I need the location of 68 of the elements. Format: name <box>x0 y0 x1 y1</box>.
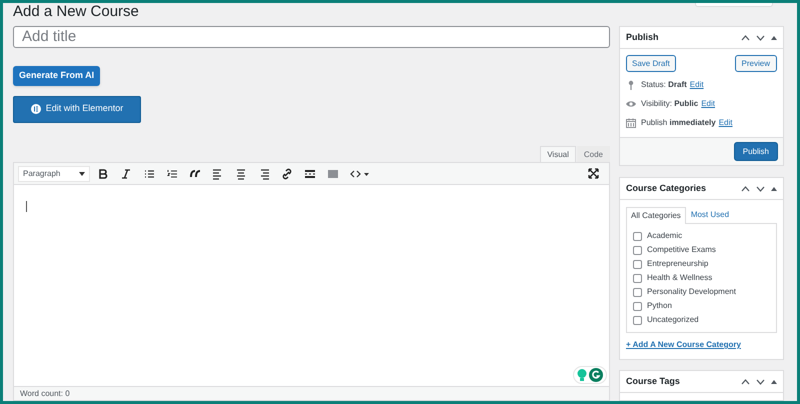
edit-link[interactable]: Edit <box>690 79 704 91</box>
panel-title: Publish <box>626 30 660 44</box>
move-down-icon[interactable] <box>756 34 765 40</box>
move-up-icon[interactable] <box>741 34 750 40</box>
read-more-icon[interactable] <box>304 168 316 180</box>
checkbox-label: Uncategorized <box>647 314 699 326</box>
collapse-icon[interactable] <box>771 380 777 384</box>
move-up-icon[interactable] <box>741 186 750 192</box>
caret-icon <box>79 172 85 176</box>
edit-link[interactable]: Edit <box>718 117 733 129</box>
category-tab[interactable]: Most Used <box>686 206 734 223</box>
word-count: Word count: 0 <box>20 388 70 400</box>
numbered-list-icon[interactable] <box>166 168 178 180</box>
italic-icon[interactable] <box>120 168 132 180</box>
move-up-icon[interactable] <box>741 378 750 384</box>
checkbox[interactable] <box>633 232 642 240</box>
panel-title: Course Tags <box>626 374 681 388</box>
checkbox-label: Personality Development <box>647 286 736 298</box>
page-title: Add a New Course <box>13 3 140 22</box>
checkbox[interactable] <box>633 260 642 268</box>
status-text: Status: Draft <box>641 79 687 91</box>
keyboard-icon[interactable] <box>327 168 339 180</box>
checkbox[interactable] <box>633 302 642 310</box>
collapse-icon[interactable] <box>771 36 777 40</box>
lightbulb-icon <box>577 369 587 381</box>
panel-title: Course Categories <box>626 182 708 195</box>
checkbox-label: Python <box>647 300 672 312</box>
format-dropdown[interactable]: Paragraph <box>18 166 90 182</box>
fullscreen-icon[interactable] <box>588 168 599 180</box>
align-right-icon[interactable] <box>258 168 270 180</box>
preview-button[interactable]: Preview <box>734 55 777 72</box>
checkbox-label: Entrepreneurship <box>647 258 708 270</box>
generate-button[interactable]: Generate From AI <box>13 66 100 86</box>
bullet-list-icon[interactable] <box>143 168 155 180</box>
title-input[interactable]: Add title <box>13 26 610 48</box>
text-cursor <box>26 201 27 212</box>
calendar-icon <box>626 118 636 128</box>
checkbox[interactable] <box>633 246 642 254</box>
status-text: Visibility: Public <box>641 98 698 110</box>
elementor-button[interactable]: Edit with Elementor <box>13 96 141 123</box>
edit-link[interactable]: Edit <box>701 98 716 110</box>
link-icon[interactable] <box>281 168 293 180</box>
save-draft-button[interactable]: Save Draft <box>626 55 676 72</box>
eye-icon <box>626 99 636 109</box>
publish-button[interactable]: Publish <box>734 142 778 161</box>
editor-tab[interactable]: Code <box>576 146 610 162</box>
bold-icon[interactable] <box>97 168 109 180</box>
status-text: Publish immediately <box>641 117 716 129</box>
editor-tab[interactable]: Visual <box>540 146 576 162</box>
checkbox-label: Health & Wellness <box>647 272 712 284</box>
code-dropdown-icon[interactable] <box>350 168 370 179</box>
add-category-link[interactable]: + Add A New Course Category <box>626 339 741 351</box>
collapse-icon[interactable] <box>771 186 777 190</box>
move-down-icon[interactable] <box>756 378 765 384</box>
pin-icon <box>626 80 636 90</box>
checkbox[interactable] <box>633 316 642 324</box>
checkbox-label: Competitive Exams <box>647 244 716 256</box>
move-down-icon[interactable] <box>756 186 765 192</box>
grammarly-widget[interactable] <box>573 366 607 384</box>
category-tab[interactable]: All Categories <box>626 207 686 224</box>
grammarly-icon <box>589 368 603 382</box>
elementor-icon <box>30 104 41 114</box>
checkbox[interactable] <box>633 274 642 282</box>
align-center-icon[interactable] <box>235 168 247 180</box>
checkbox[interactable] <box>633 288 642 296</box>
quote-icon[interactable] <box>189 168 201 180</box>
checkbox-label: Academic <box>647 230 682 242</box>
align-left-icon[interactable] <box>212 168 224 180</box>
